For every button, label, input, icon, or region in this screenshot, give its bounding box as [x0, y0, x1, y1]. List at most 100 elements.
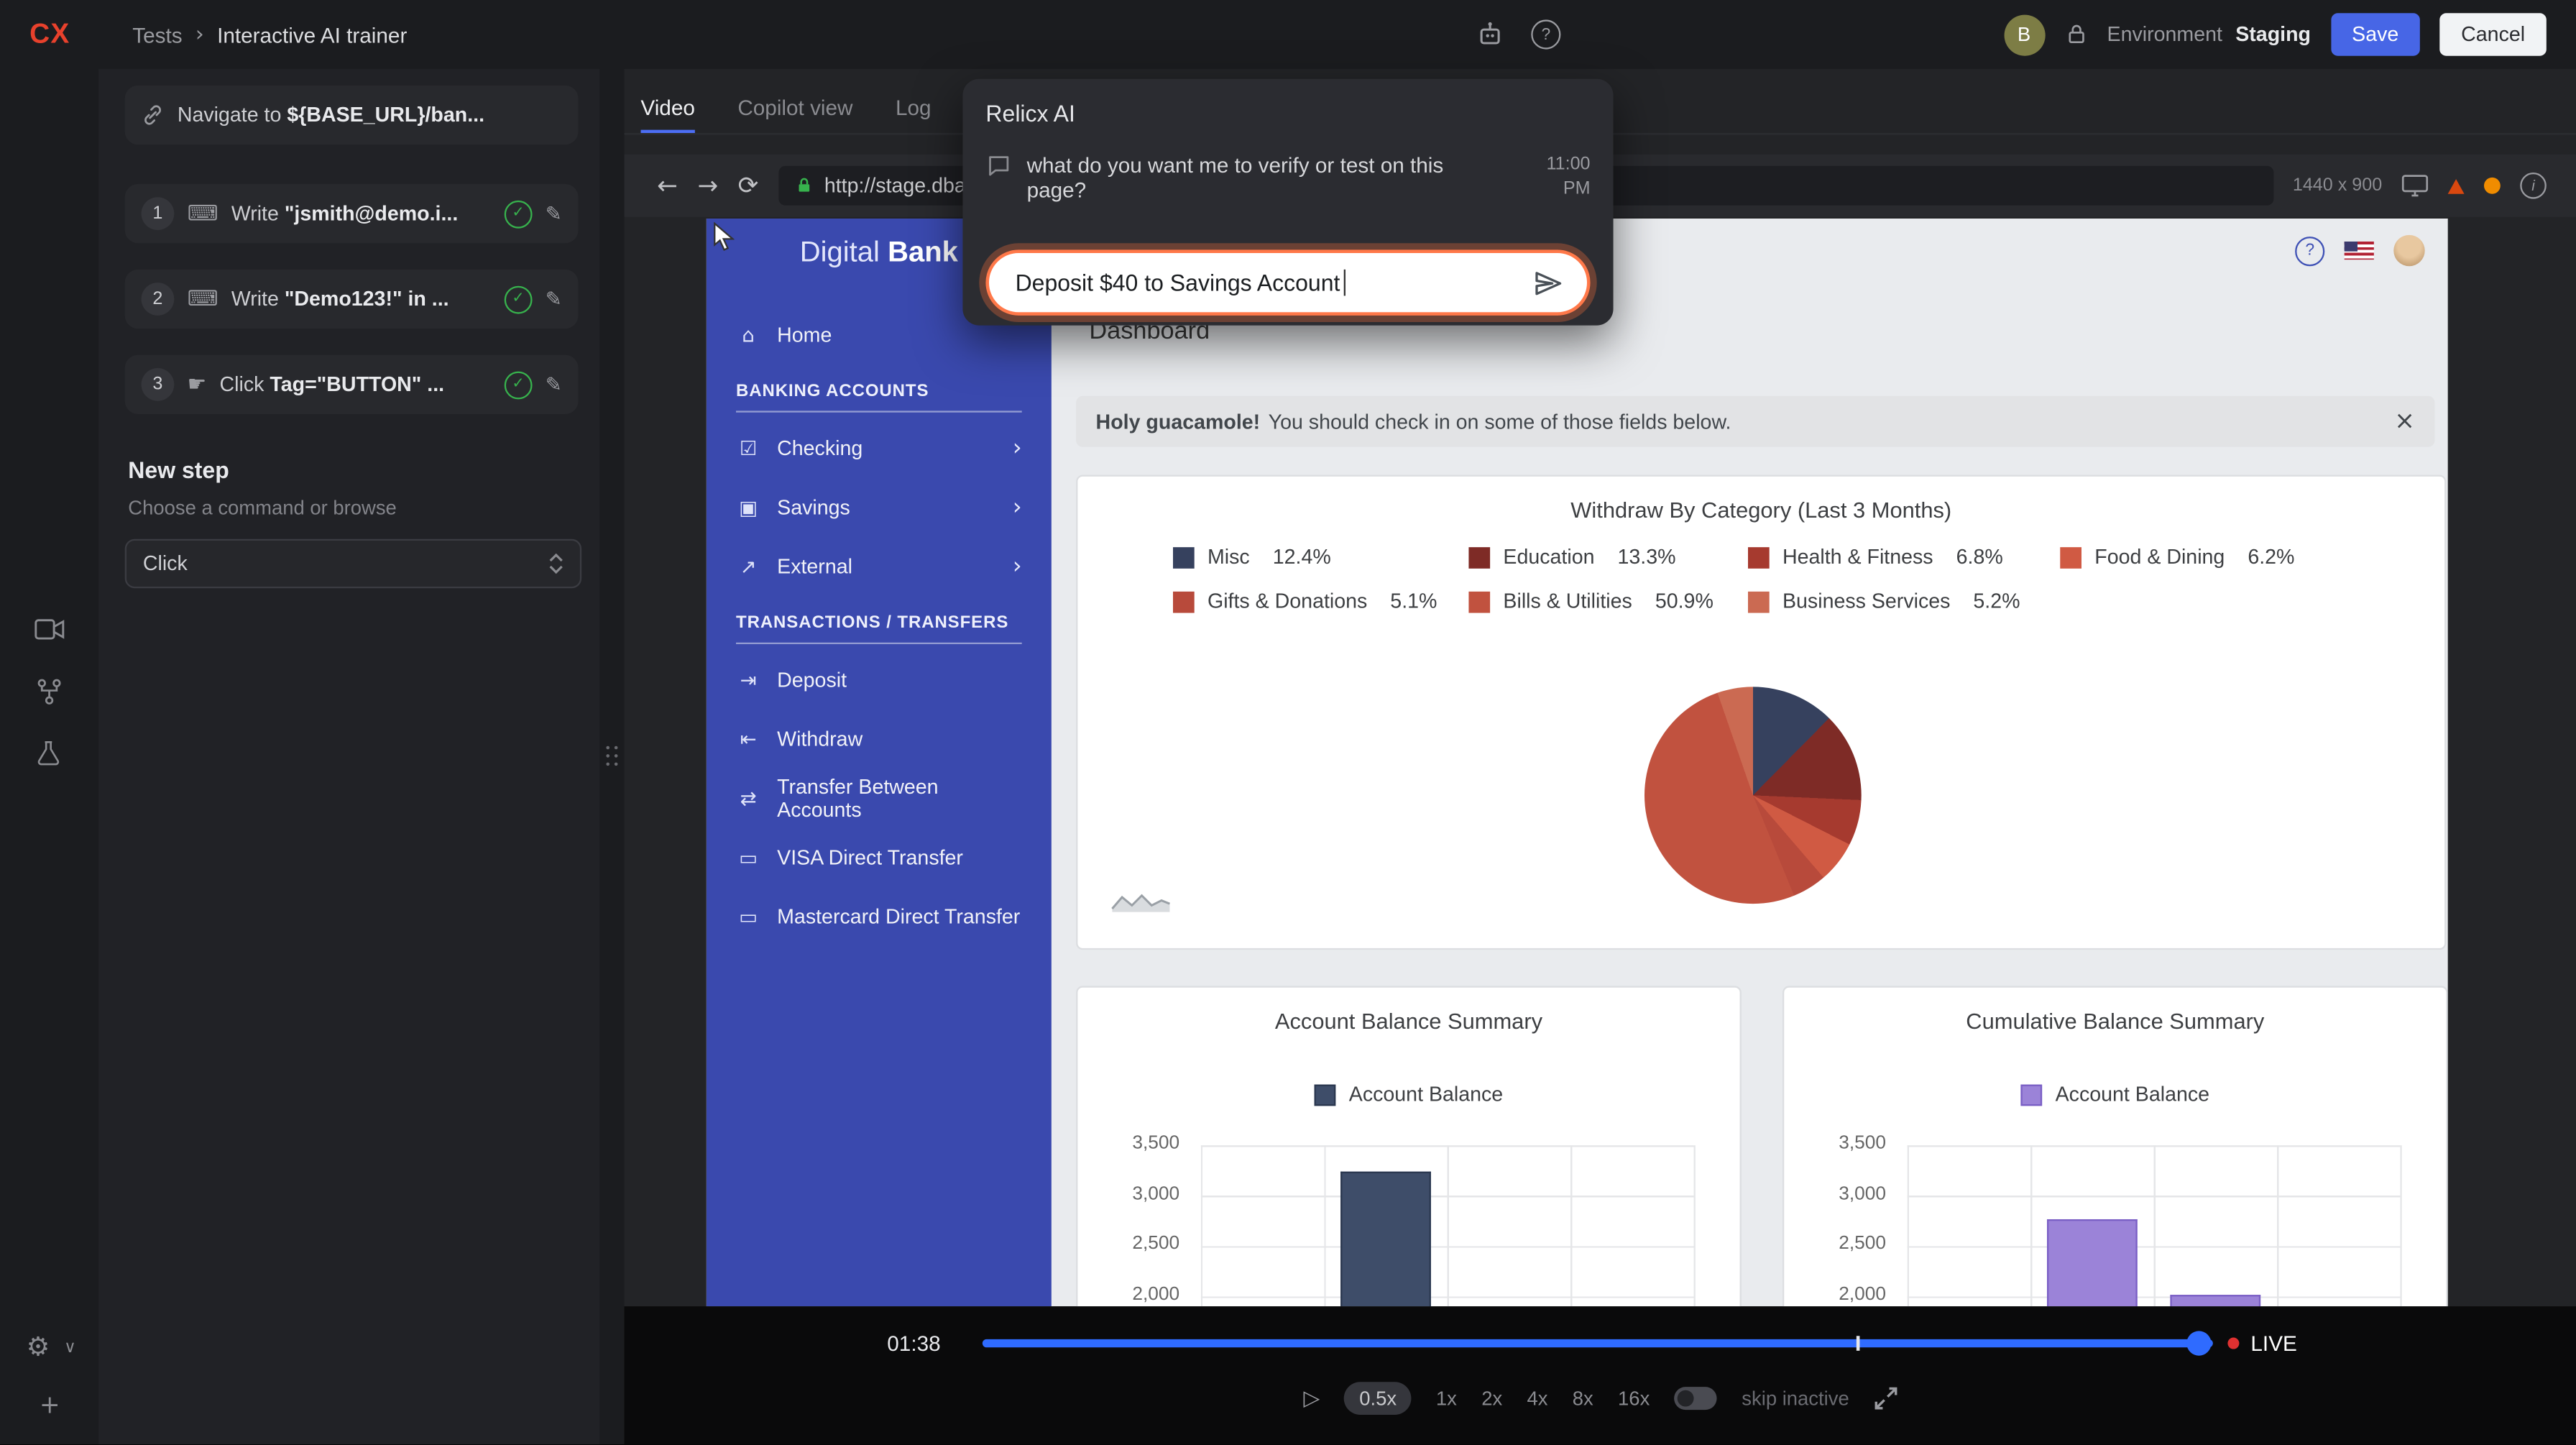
- bank-nav-external[interactable]: ↗ External ›: [707, 537, 1052, 596]
- save-button[interactable]: Save: [2330, 13, 2420, 55]
- bank-nav-deposit[interactable]: ⇥ Deposit: [707, 651, 1052, 710]
- bank-section-transfers: TRANSACTIONS / TRANSFERS: [736, 613, 1022, 644]
- progress-bar[interactable]: [983, 1339, 2213, 1347]
- ai-prompt-input[interactable]: Deposit $40 to Savings Account: [985, 249, 1590, 315]
- edit-step-icon[interactable]: ✎: [546, 203, 562, 223]
- step-row-3[interactable]: 3 ☛ Click Tag="BUTTON" ... ✓ ✎: [125, 355, 579, 414]
- nav-label: Home: [777, 324, 832, 347]
- pie-chart-title: Withdraw By Category (Last 3 Months): [1077, 498, 2444, 523]
- command-select-value: Click: [143, 552, 188, 575]
- alert-close-icon[interactable]: ×: [2394, 409, 2415, 434]
- speed-2x[interactable]: 2x: [1481, 1387, 1502, 1410]
- panel-resize-handle[interactable]: [599, 69, 624, 1444]
- bank-nav-transfer-between[interactable]: ⇄ Transfer Between Accounts: [707, 769, 1052, 828]
- relicx-logo: CX: [29, 18, 70, 51]
- legend-value: 5.2%: [1973, 590, 2020, 613]
- monitor-icon[interactable]: [2402, 174, 2429, 197]
- speed-8x[interactable]: 8x: [1573, 1387, 1593, 1410]
- savings-icon: ▣: [736, 498, 760, 518]
- flask-icon[interactable]: [34, 738, 63, 767]
- info-icon[interactable]: i: [2520, 173, 2547, 199]
- legend-item[interactable]: Misc12.4%: [1173, 546, 1468, 569]
- write-icon: ⌨: [188, 203, 218, 224]
- bar-cumulative-2[interactable]: [2170, 1295, 2260, 1307]
- step-row-1[interactable]: 1 ⌨ Write "jsmith@demo.i... ✓ ✎: [125, 184, 579, 243]
- bank-nav-savings[interactable]: ▣ Savings ›: [707, 478, 1052, 537]
- breadcrumb-separator-icon: ›: [196, 24, 204, 45]
- legend-item[interactable]: Bills & Utilities50.9%: [1468, 590, 1748, 613]
- record-indicator-icon[interactable]: [2484, 178, 2501, 194]
- legend-item[interactable]: Education13.3%: [1468, 546, 1748, 569]
- pie-chart: [1644, 687, 1862, 904]
- legend-label: Business Services: [1782, 590, 1950, 613]
- bar-chart-plot: [1201, 1145, 1696, 1306]
- environment-value[interactable]: Staging: [2235, 23, 2311, 46]
- speed-0-5x[interactable]: 0.5x: [1345, 1382, 1412, 1415]
- flow-icon[interactable]: [34, 677, 64, 707]
- legend-swatch: [1173, 546, 1195, 568]
- add-icon[interactable]: +: [40, 1393, 60, 1418]
- bank-nav-checking[interactable]: ☑ Checking ›: [707, 419, 1052, 478]
- refresh-icon[interactable]: ⟳: [738, 173, 759, 198]
- brand-bank: Bank: [888, 235, 958, 268]
- command-select[interactable]: Click: [125, 539, 581, 589]
- bank-help-icon[interactable]: ?: [2295, 236, 2324, 265]
- send-icon[interactable]: [1533, 267, 1564, 298]
- chevron-down-icon[interactable]: ∨: [64, 1341, 76, 1357]
- edit-step-icon[interactable]: ✎: [546, 289, 562, 308]
- forward-icon[interactable]: →: [697, 173, 718, 198]
- tab-copilot-view[interactable]: Copilot view: [737, 82, 852, 133]
- progress-handle[interactable]: [2186, 1331, 2211, 1355]
- tab-video[interactable]: Video: [640, 82, 694, 133]
- y-tick: 2,500: [1077, 1234, 1179, 1254]
- step-row-2[interactable]: 2 ⌨ Write "Demo123!" in ... ✓ ✎: [125, 270, 579, 329]
- back-icon[interactable]: ←: [657, 173, 678, 198]
- fullscreen-icon[interactable]: [1874, 1387, 1897, 1410]
- robot-icon[interactable]: [1476, 19, 1505, 49]
- user-avatar[interactable]: B: [2004, 14, 2045, 55]
- bank-sidebar: Digital Bank ⌂ Home BANKING ACCOUNTS ☑ C…: [707, 219, 1052, 1306]
- bar-legend[interactable]: Account Balance: [1784, 1083, 2446, 1106]
- bar-chart-plot: [1908, 1145, 2402, 1306]
- us-flag-icon[interactable]: [2345, 242, 2374, 260]
- bar-account-balance[interactable]: [1340, 1172, 1431, 1307]
- speed-4x[interactable]: 4x: [1527, 1387, 1547, 1410]
- checking-icon: ☑: [736, 439, 760, 458]
- legend-item[interactable]: Food & Dining6.2%: [2060, 546, 2411, 569]
- write-icon: ⌨: [188, 288, 218, 310]
- cancel-button[interactable]: Cancel: [2439, 13, 2546, 55]
- playback-time: 01:38: [887, 1331, 940, 1355]
- video-camera-icon[interactable]: [34, 616, 65, 643]
- breadcrumb-tests[interactable]: Tests: [132, 22, 182, 47]
- bar-cumulative-1[interactable]: [2047, 1219, 2138, 1306]
- alert-bold-text: Holy guacamole!: [1096, 410, 1261, 433]
- timestamp-meridiem: PM: [1563, 179, 1591, 198]
- bank-user-avatar[interactable]: [2393, 235, 2424, 266]
- speed-1x[interactable]: 1x: [1436, 1387, 1457, 1410]
- step-navigate[interactable]: Navigate to ${BASE_URL}/ban...: [125, 86, 579, 144]
- legend-item[interactable]: Business Services 5.2%: [1748, 590, 2060, 613]
- deposit-icon: ⇥: [736, 671, 760, 690]
- bank-nav-withdraw[interactable]: ⇤ Withdraw: [707, 710, 1052, 769]
- live-label: LIVE: [2250, 1331, 2296, 1355]
- edit-step-icon[interactable]: ✎: [546, 375, 562, 394]
- legend-swatch: [2060, 546, 2082, 568]
- skip-inactive-label: skip inactive: [1742, 1387, 1849, 1410]
- tab-log[interactable]: Log: [896, 82, 932, 133]
- speed-16x[interactable]: 16x: [1618, 1387, 1650, 1410]
- legend-label: Food & Dining: [2094, 546, 2225, 569]
- bank-nav-visa-transfer[interactable]: ▭ VISA Direct Transfer: [707, 828, 1052, 887]
- alert-text: You should check in on some of those fie…: [1269, 410, 1731, 433]
- legend-item[interactable]: Gifts & Donations5.1%: [1173, 590, 1468, 613]
- brand-digital: Digital: [800, 235, 880, 268]
- skip-inactive-toggle[interactable]: [1675, 1387, 1717, 1410]
- legend-item[interactable]: Health & Fitness6.8%: [1748, 546, 2060, 569]
- chevron-right-icon: ›: [1013, 556, 1022, 579]
- warning-triangle-icon[interactable]: [2448, 178, 2465, 193]
- play-icon[interactable]: ▷: [1303, 1387, 1320, 1409]
- bank-nav-mastercard-transfer[interactable]: ▭ Mastercard Direct Transfer: [707, 887, 1052, 946]
- live-dot-icon: [2227, 1338, 2239, 1349]
- help-icon[interactable]: ?: [1531, 19, 1560, 49]
- settings-gear-icon[interactable]: ⚙: [27, 1334, 50, 1361]
- bar-legend[interactable]: Account Balance: [1077, 1083, 1739, 1106]
